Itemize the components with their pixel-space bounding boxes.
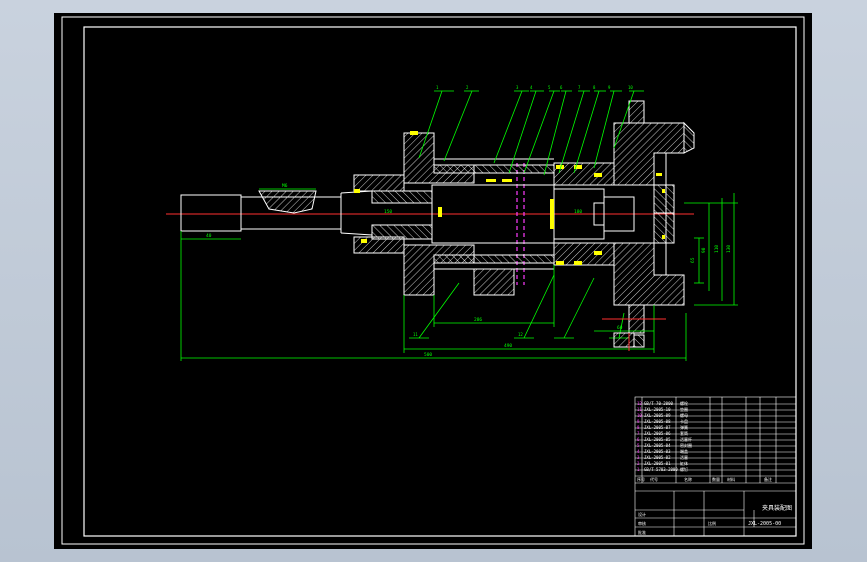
bom-name: 螺栓 (680, 400, 688, 406)
bom-seq: 3 (637, 455, 640, 460)
leader-number: 1 (436, 85, 439, 90)
bom-code: JXL-2005-08 (644, 419, 671, 424)
drawing-number: JXL-2005-00 (748, 521, 781, 527)
bom-seq: 11 (637, 407, 642, 412)
dim-text-12: 180 (574, 209, 582, 215)
bom-seq: 1 (637, 467, 640, 472)
leader-number: 8 (593, 85, 596, 90)
bom-name: 活塞 (680, 454, 688, 460)
leader-number: 11 (413, 332, 418, 337)
drawing-title: 夹具装配图 (762, 504, 792, 512)
bom-name: 密封圈 (680, 442, 692, 448)
dim-text-4: 490 (504, 343, 512, 349)
bom-code: JXL-2005-07 (644, 425, 671, 430)
leader-number: 12 (518, 332, 523, 337)
bom-code: GB/T 70-2000 (644, 401, 673, 406)
dim-text-6: 60 (617, 325, 623, 331)
dim-text-10: 130 (726, 245, 732, 253)
remarks-label: 备注 (764, 476, 772, 482)
leader-number: 4 (530, 85, 533, 90)
dim-text-3: 40 (206, 233, 212, 239)
designer-label: 设计 (638, 511, 646, 517)
leader-number: 9 (608, 85, 611, 90)
bom-seq: 7 (637, 431, 640, 436)
bom-name: 螺钉 (680, 466, 688, 472)
material-label: 材料 (727, 476, 735, 482)
bom-name: 套筒 (680, 430, 688, 436)
bom-code: GB/T 5783-2000 (644, 467, 678, 472)
bom-code: JXL-2005-06 (644, 431, 671, 436)
bom-seq: 12 (637, 401, 642, 406)
bom-code: JXL-2005-01 (644, 461, 671, 466)
cad-viewport[interactable]: M6 286 40 490 500 60 65 90 110 130 150 1… (54, 13, 812, 549)
bom-seq: 9 (637, 419, 640, 424)
approve-label: 批准 (638, 529, 646, 535)
qty-label: 数量 (712, 476, 720, 482)
piston-rod (180, 190, 373, 236)
dim-text-11: 150 (384, 209, 392, 215)
bom-name: 螺母 (680, 412, 688, 418)
seq-label: 序号 (637, 476, 645, 482)
bom-name: 活塞杆 (680, 436, 692, 442)
bom-name: 卡盘 (680, 418, 688, 424)
dim-text-9: 110 (714, 245, 720, 253)
scale-label: 比例 (708, 520, 716, 526)
bom-name: 弹簧 (680, 424, 688, 430)
dim-text-7: 65 (690, 257, 696, 263)
leader-number: 7 (578, 85, 581, 90)
bom-name: 垫圈 (680, 406, 688, 412)
bom-name: 端盖 (680, 448, 688, 454)
leader-number: 2 (466, 85, 469, 90)
leader-number: 3 (516, 85, 519, 90)
cylinder-body (353, 100, 695, 214)
cad-drawing: M6 286 40 490 500 60 65 90 110 130 150 1… (61, 16, 805, 545)
inner-frame (83, 26, 797, 537)
code-label: 代号 (650, 476, 658, 482)
bom-code: JXL-2005-03 (644, 449, 671, 454)
bom-code: JXL-2005-04 (644, 443, 671, 448)
bom-seq: 10 (637, 413, 642, 418)
leader-number: 10 (628, 85, 633, 90)
bom-seq: 8 (637, 425, 640, 430)
dim-text-5: 500 (424, 352, 432, 358)
dim-text-1: M6 (282, 183, 288, 189)
bom-table: 1 GB/T 5783-2000 螺钉 2 JXL-2005-01 缸体 3 JXL-2005… (637, 400, 692, 472)
bom-code: JXL-2005-09 (644, 413, 671, 418)
bom-seq: 4 (637, 449, 640, 454)
bom-code: JXL-2005-05 (644, 437, 671, 442)
bom-code: JXL-2005-02 (644, 455, 671, 460)
bom-seq: 2 (637, 461, 640, 466)
checker-label: 审核 (638, 520, 646, 526)
bom-code: JXL-2005-10 (644, 407, 671, 412)
name-label: 名称 (684, 476, 692, 482)
dim-text-8: 90 (701, 247, 707, 253)
bom-name: 缸体 (680, 460, 688, 466)
bom-seq: 6 (637, 437, 640, 442)
bom-seq: 5 (637, 443, 640, 448)
leader-number: 6 (560, 85, 563, 90)
dim-text-2: 286 (474, 317, 482, 323)
leader-number: 5 (548, 85, 551, 90)
